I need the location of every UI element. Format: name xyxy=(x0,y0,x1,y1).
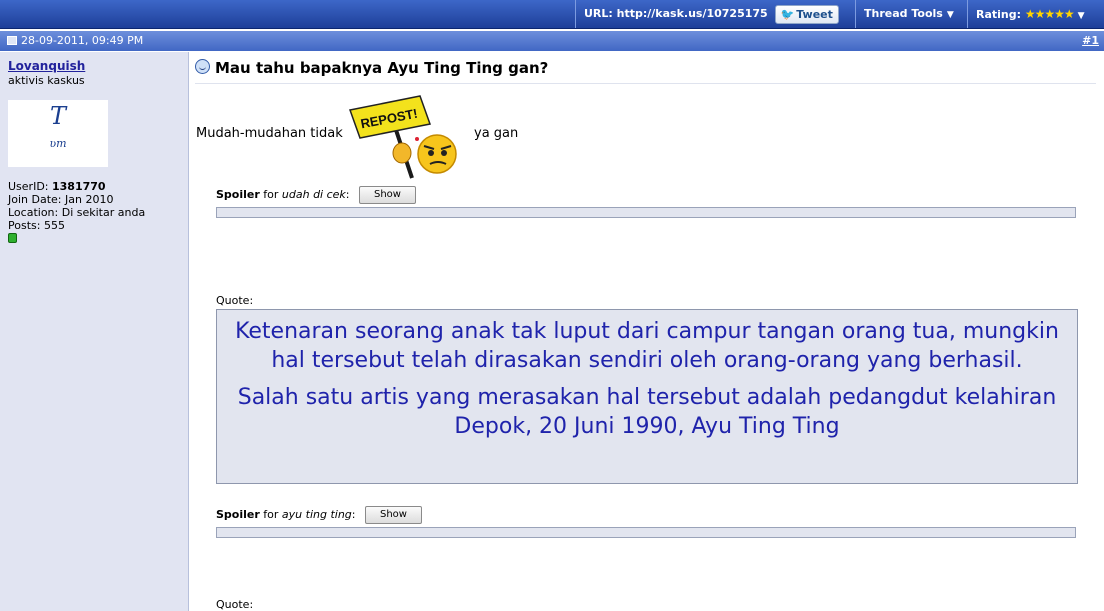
spoiler-header: Spoiler for ayu ting ting: Show xyxy=(216,506,422,524)
user-info: UserID: 1381770 Join Date: Jan 2010 Loca… xyxy=(8,180,145,232)
user-id-row: UserID: 1381770 xyxy=(8,180,145,193)
spoiler-for: for xyxy=(263,508,279,521)
username-link[interactable]: Lovanquish xyxy=(8,59,85,73)
spoiler-box xyxy=(216,527,1076,538)
post-header: 28-09-2011, 09:49 PM #1 xyxy=(0,31,1104,51)
chevron-down-icon: ▼ xyxy=(1077,11,1085,21)
join-date: Join Date: Jan 2010 xyxy=(8,193,114,206)
avatar-letter: T xyxy=(49,102,66,130)
quote-paragraph: Salah satu artis yang merasakan hal ters… xyxy=(237,385,1057,439)
post-number: #1 xyxy=(1082,31,1099,51)
spoiler-box xyxy=(216,207,1076,218)
quote-label: Quote: xyxy=(216,598,254,611)
post-content: Mau tahu bapaknya Ayu Ting Ting gan? Mud… xyxy=(190,52,1104,611)
divider xyxy=(195,83,1096,84)
spoiler-subject: ayu ting ting xyxy=(281,508,352,521)
spoiler-show-button[interactable]: Show xyxy=(364,506,422,524)
url-cell: URL: http://kask.us/10725175 🐦 Tweet xyxy=(575,0,855,28)
quote-label: Quote: xyxy=(216,294,254,307)
spoiler-label: Spoiler xyxy=(216,508,260,521)
quote-box: Ketenaran seorang anak tak luput dari ca… xyxy=(216,309,1078,484)
twitter-bird-icon: 🐦 xyxy=(780,7,795,21)
post-date: 28-09-2011, 09:49 PM xyxy=(7,31,143,51)
smiley-icon xyxy=(195,59,210,74)
post-date-text: 28-09-2011, 09:49 PM xyxy=(21,34,144,47)
user-sidebar: Lovanquish aktivis kaskus T ʋт UserID: 1… xyxy=(0,52,189,611)
user-id-label: UserID: xyxy=(8,180,49,193)
tweet-label: Tweet xyxy=(796,7,833,21)
rating-label: Rating: xyxy=(976,8,1022,21)
repost-emoticon: REPOST! xyxy=(349,95,457,179)
post-text-after: ya gan xyxy=(474,126,519,141)
thread-tools-menu[interactable]: Thread Tools ▼ xyxy=(855,0,967,28)
short-url[interactable]: URL: http://kask.us/10725175 xyxy=(584,7,768,20)
avatar-subtext: ʋт xyxy=(49,137,67,150)
spoiler-for: for xyxy=(263,188,279,201)
post-permalink[interactable]: #1 xyxy=(1082,34,1099,47)
post-icon xyxy=(7,36,17,45)
spoiler-show-button[interactable]: Show xyxy=(359,186,416,204)
spoiler-subject: udah di cek xyxy=(281,188,346,201)
thread-toolbar: URL: http://kask.us/10725175 🐦 Tweet Thre… xyxy=(0,0,1104,29)
user-title: aktivis kaskus xyxy=(8,74,85,87)
rating-menu[interactable]: Rating: ★★★★★ ▼ xyxy=(967,0,1104,28)
avatar[interactable]: T ʋт xyxy=(8,100,108,167)
user-id-value: 1381770 xyxy=(52,180,106,193)
post-text-before: Mudah-mudahan tidak xyxy=(196,126,343,141)
spoiler-header: Spoiler for udah di cek: Show xyxy=(216,186,416,204)
rating-stars-icon: ★★★★★ xyxy=(1024,7,1075,21)
post-title: Mau tahu bapaknya Ayu Ting Ting gan? xyxy=(195,59,548,77)
chevron-down-icon: ▼ xyxy=(946,10,954,20)
spoiler-label: Spoiler xyxy=(216,188,260,201)
online-status-icon xyxy=(8,233,17,243)
thread-tools-label: Thread Tools xyxy=(864,7,943,20)
tweet-button[interactable]: 🐦 Tweet xyxy=(774,4,839,24)
location: Location: Di sekitar anda xyxy=(8,206,146,219)
post-count: Posts: 555 xyxy=(8,219,65,232)
quote-paragraph: Ketenaran seorang anak tak luput dari ca… xyxy=(235,319,1059,373)
post-title-text: Mau tahu bapaknya Ayu Ting Ting gan? xyxy=(215,59,549,77)
